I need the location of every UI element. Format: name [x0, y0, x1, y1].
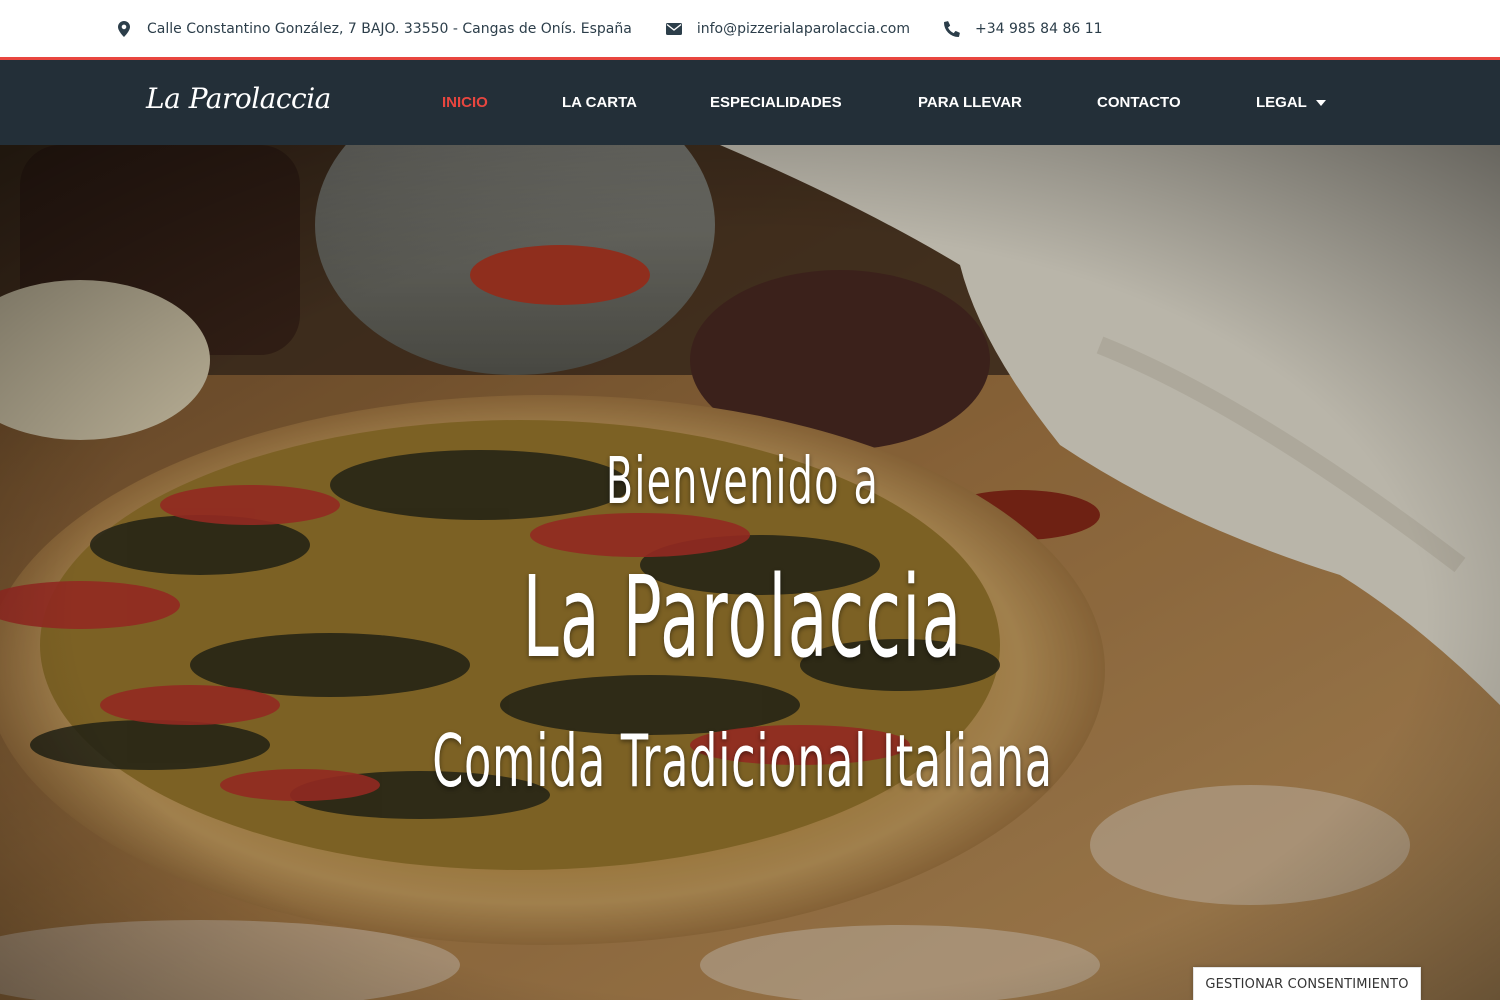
address-info: Calle Constantino González, 7 BAJO. 3355…	[116, 20, 632, 37]
site-logo[interactable]: La Parolaccia	[146, 82, 331, 115]
manage-consent-button[interactable]: GESTIONAR CONSENTIMIENTO	[1193, 967, 1421, 1000]
contact-info-bar: Calle Constantino González, 7 BAJO. 3355…	[0, 0, 1500, 57]
nav-item-contacto[interactable]: CONTACTO	[1097, 94, 1181, 111]
phone-icon	[944, 20, 960, 37]
nav-item-legal[interactable]: LEGAL	[1256, 94, 1326, 111]
main-navigation: La Parolaccia INICIO LA CARTA ESPECIALID…	[0, 60, 1500, 145]
phone-info[interactable]: +34 985 84 86 11	[944, 21, 1103, 37]
nav-item-inicio[interactable]: INICIO	[442, 94, 488, 111]
hero-banner: Bienvenido a La Parolaccia Comida Tradic…	[0, 145, 1500, 1000]
phone-link[interactable]: +34 985 84 86 11	[975, 21, 1103, 37]
hero-subtitle: Comida Tradicional Italiana	[432, 719, 1053, 803]
nav-item-legal-label: LEGAL	[1256, 94, 1307, 111]
hero-title: La Parolaccia	[522, 553, 963, 683]
email-link[interactable]: info@pizzerialaparolaccia.com	[697, 21, 910, 37]
chevron-down-icon	[1315, 99, 1326, 106]
address-text: Calle Constantino González, 7 BAJO. 3355…	[147, 20, 632, 37]
map-marker-icon	[116, 20, 132, 37]
nav-item-la-carta[interactable]: LA CARTA	[562, 94, 637, 111]
hero-welcome-text: Bienvenido a	[605, 445, 880, 519]
envelope-icon	[665, 21, 682, 37]
nav-item-para-llevar[interactable]: PARA LLEVAR	[918, 94, 1022, 111]
nav-item-especialidades[interactable]: ESPECIALIDADES	[710, 94, 842, 111]
email-info[interactable]: info@pizzerialaparolaccia.com	[665, 21, 910, 37]
